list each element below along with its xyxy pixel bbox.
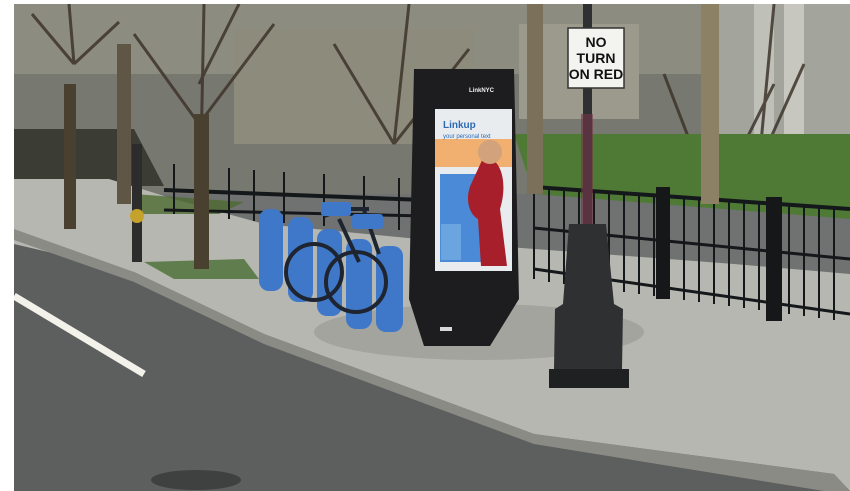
photo-frame: Linkup your personal text LinkNYC NO TUR… <box>0 0 850 491</box>
link-kiosk: Linkup your personal text LinkNYC <box>409 69 519 346</box>
street-photo: Linkup your personal text LinkNYC NO TUR… <box>14 4 850 491</box>
sign-line-on-red: ON RED <box>569 66 623 82</box>
street-scene: Linkup your personal text LinkNYC NO TUR… <box>14 4 850 491</box>
sign-line-turn: TURN <box>577 50 616 66</box>
kiosk-screen-subline: your personal text <box>443 134 491 140</box>
kiosk-screen-headline: Linkup <box>443 120 476 131</box>
sign-line-no: NO <box>586 34 607 50</box>
parking-post <box>132 144 142 262</box>
kiosk-brand-text: LinkNYC <box>469 88 495 94</box>
no-turn-on-red-sign: NO TURN ON RED <box>567 27 625 89</box>
